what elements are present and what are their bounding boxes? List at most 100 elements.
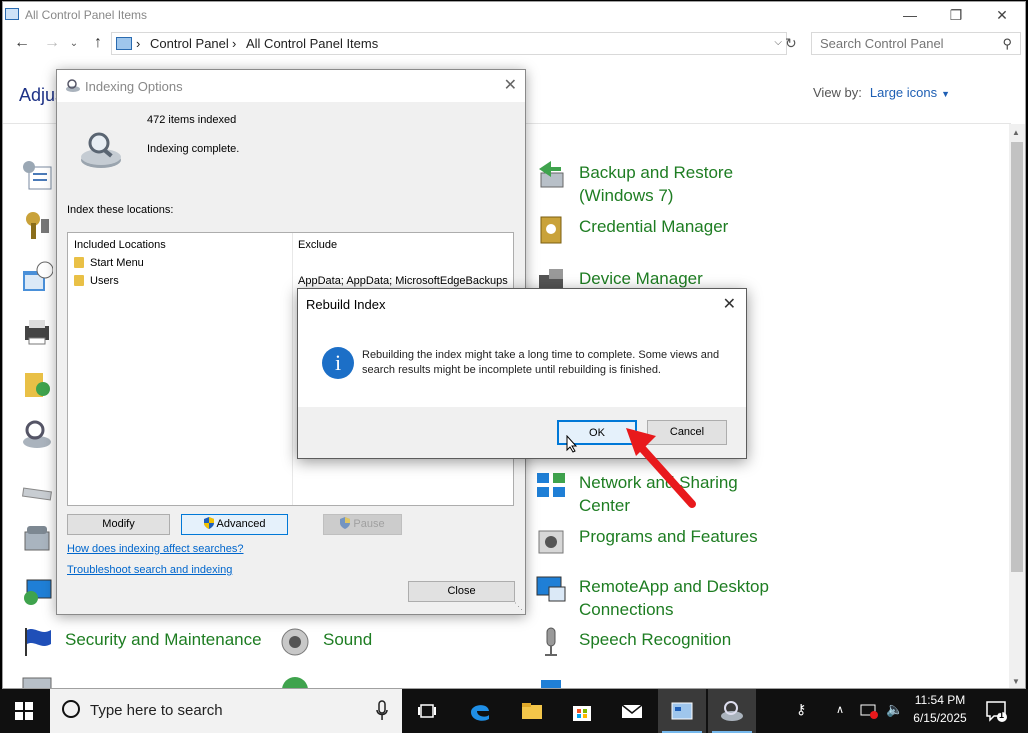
back-arrow-icon[interactable]: ← <box>11 34 33 52</box>
scroll-up-icon[interactable]: ▲ <box>1012 128 1020 137</box>
control-panel-taskbar-icon[interactable] <box>658 689 706 733</box>
location-name: Users <box>90 275 119 287</box>
system-icon[interactable] <box>535 674 567 689</box>
sync-center-icon[interactable] <box>279 674 311 689</box>
recovery-icon[interactable] <box>21 576 53 608</box>
pause-button[interactable]: Pause <box>323 514 402 535</box>
caret-down-icon[interactable]: ▼ <box>941 89 950 99</box>
clock-time[interactable]: 11:54 PM <box>906 693 974 707</box>
security-maintenance-label[interactable]: Security and Maintenance <box>65 628 262 651</box>
pause-label: Pause <box>353 518 385 530</box>
refresh-icon[interactable]: ↻ <box>785 35 797 52</box>
annotation-arrow-icon <box>626 428 696 508</box>
network-sharing-icon <box>537 473 565 497</box>
location-name: Start Menu <box>90 257 144 269</box>
store-icon[interactable] <box>558 689 606 733</box>
file-explorer-icon[interactable] <box>508 689 556 733</box>
forward-arrow-icon[interactable]: → <box>41 34 63 52</box>
indexing-status-text: Indexing complete. <box>147 143 240 155</box>
chevron-up-icon[interactable]: ∧ <box>836 703 844 716</box>
dialog-content: Rebuild Index ✕ i Rebuilding the index m… <box>298 289 746 407</box>
remoteapp-label[interactable]: RemoteApp and Desktop Connections <box>579 575 769 621</box>
sound-label[interactable]: Sound <box>323 628 372 651</box>
administrative-tools-icon[interactable] <box>21 159 53 191</box>
windows-start-icon[interactable] <box>0 689 48 733</box>
phone-modem-icon[interactable] <box>21 522 53 554</box>
table-row[interactable]: Start Menu <box>74 255 510 273</box>
folder-icon <box>74 275 84 286</box>
view-by-dropdown[interactable]: Large icons <box>870 85 937 100</box>
edge-icon[interactable] <box>456 689 504 733</box>
up-arrow-icon[interactable]: ↑ <box>87 34 109 52</box>
indexing-help-link[interactable]: How does indexing affect searches? <box>67 543 244 555</box>
clock-date[interactable]: 6/15/2025 <box>906 711 974 725</box>
credential-manager-icon <box>540 216 562 244</box>
search-icon <box>62 700 80 718</box>
label-text: Backup and Restore (Windows 7) <box>579 163 734 205</box>
key-tools-icon[interactable] <box>21 209 53 241</box>
vertical-scrollbar[interactable]: ▲ ▼ <box>1009 124 1025 688</box>
uac-shield-icon <box>340 517 351 529</box>
information-icon: i <box>322 347 354 379</box>
network-status-icon[interactable] <box>860 703 878 719</box>
troubleshoot-link[interactable]: Troubleshoot search and indexing <box>67 564 232 576</box>
close-button[interactable]: Close <box>408 581 515 602</box>
dialog-message: Rebuilding the index might take a long t… <box>362 349 720 376</box>
people-icon[interactable]: ⚷ <box>796 701 806 718</box>
speech-recognition-label[interactable]: Speech Recognition <box>579 628 731 651</box>
search-box[interactable]: ⚲ <box>811 32 1021 55</box>
view-by-label: View by: <box>813 85 862 100</box>
taskbar-search-box[interactable]: Type here to search <box>50 689 402 733</box>
mouse-cursor-icon <box>566 435 578 453</box>
control-panel-icon <box>5 8 19 20</box>
folder-icon <box>74 257 84 268</box>
locations-label: Index these locations: <box>67 204 174 216</box>
dialog-title: Rebuild Index <box>306 297 386 312</box>
device-manager-label[interactable]: Device Manager <box>579 267 703 290</box>
location-exclude: AppData; AppData; MicrosoftEdgeBackups <box>298 275 508 287</box>
column-header-exclude[interactable]: Exclude <box>298 239 337 251</box>
breadcrumb-separator-icon[interactable]: › <box>232 36 236 51</box>
restore-icon[interactable]: ❐ <box>933 2 979 28</box>
programs-features-label[interactable]: Programs and Features <box>579 525 758 548</box>
chevron-down-icon[interactable]: ⌵ <box>774 37 782 48</box>
breadcrumb-all-items[interactable]: All Control Panel Items <box>246 36 378 51</box>
scrollbar-thumb[interactable] <box>1011 142 1023 572</box>
mail-icon[interactable] <box>608 689 656 733</box>
taskbar-search-placeholder: Type here to search <box>90 702 223 719</box>
column-header-included[interactable]: Included Locations <box>74 239 166 251</box>
microphone-icon <box>545 627 557 656</box>
close-icon[interactable]: ✕ <box>723 294 736 314</box>
navigation-bar: ← → ⌄ ↑ › Control Panel › All Control Pa… <box>3 28 1025 60</box>
indexing-options-taskbar-icon[interactable] <box>708 689 756 733</box>
speaker-icon <box>281 628 309 656</box>
minimize-icon[interactable]: — <box>887 2 933 28</box>
advanced-button[interactable]: Advanced <box>181 514 288 535</box>
search-icon[interactable]: ⚲ <box>1002 36 1012 52</box>
view-by-control: View by: Large icons ▼ <box>813 85 950 100</box>
scroll-down-icon[interactable]: ▼ <box>1012 677 1020 686</box>
date-time-icon[interactable] <box>21 261 53 293</box>
file-history-icon[interactable] <box>21 367 53 399</box>
microphone-icon[interactable] <box>376 700 388 722</box>
resize-grip-icon[interactable]: ⋱ <box>514 601 523 612</box>
indexing-options-icon[interactable] <box>21 418 53 450</box>
flag-icon <box>25 628 51 656</box>
search-input[interactable] <box>812 33 992 54</box>
modify-button[interactable]: Modify <box>67 514 170 535</box>
close-icon[interactable]: ✕ <box>979 2 1025 28</box>
breadcrumb-control-panel[interactable]: Control Panel <box>150 36 229 51</box>
keyboard-icon[interactable] <box>21 478 53 510</box>
task-view-icon[interactable] <box>404 689 452 733</box>
devices-printers-icon[interactable] <box>21 316 53 348</box>
volume-icon[interactable]: 🔈 <box>886 701 903 718</box>
recent-locations-chevron-icon[interactable]: ⌄ <box>63 38 85 49</box>
breadcrumb-separator-icon[interactable]: › <box>136 36 140 51</box>
address-bar[interactable]: › Control Panel › All Control Panel Item… <box>111 32 787 55</box>
credential-manager-label[interactable]: Credential Manager <box>579 215 728 238</box>
storage-spaces-icon[interactable] <box>21 674 53 689</box>
backup-restore-label[interactable]: Backup and Restore (Windows 7) <box>579 161 733 207</box>
close-icon[interactable]: ✕ <box>504 75 517 95</box>
indexing-status-icon <box>81 132 121 168</box>
action-center-icon[interactable]: 1 <box>984 699 1008 723</box>
